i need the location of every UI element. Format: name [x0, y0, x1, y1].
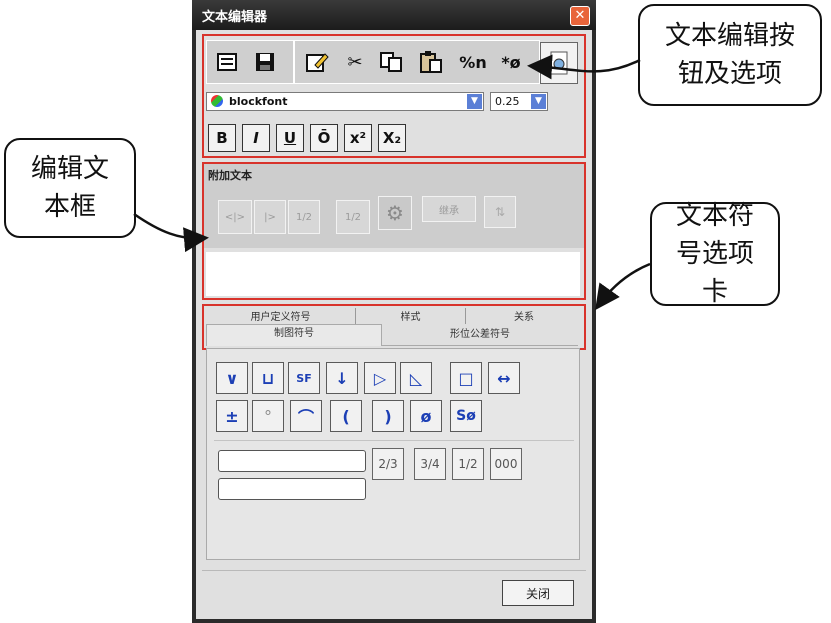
inherit-button[interactable]: 继承 [422, 196, 476, 222]
symbol-button[interactable]: ° [252, 400, 284, 432]
options-button[interactable]: ⇅ [484, 196, 516, 228]
edit-icon[interactable] [300, 47, 334, 77]
fraction-button[interactable]: 1/2 [452, 448, 484, 480]
symbol-button[interactable]: ( [330, 400, 362, 432]
symbol-button[interactable]: SF [288, 362, 320, 394]
callout-toolbar: 文本编辑按钮及选项 [638, 4, 822, 106]
clear-icon[interactable] [210, 47, 244, 77]
overline-button[interactable]: Ō [310, 124, 338, 152]
tab-drafting-symbols[interactable]: 制图符号 [206, 324, 382, 346]
symbol-button[interactable]: ↓ [326, 362, 358, 394]
fraction-button[interactable]: 000 [490, 448, 522, 480]
arrow-tabs [595, 262, 651, 311]
callout-textbox-text: 编辑文本框 [30, 154, 109, 222]
symbol-button[interactable]: ) [372, 400, 404, 432]
symbol-button[interactable]: ∨ [216, 362, 248, 394]
close-button[interactable]: 关闭 [502, 580, 574, 606]
fraction-lower-input[interactable] [218, 478, 366, 500]
dialog-body: ✂ %n *ø blockfont ▼ 0.25 ▼ B I U Ō x² X₂ [196, 30, 592, 619]
copy-icon[interactable] [374, 47, 408, 77]
fraction-button[interactable]: 2/3 [372, 448, 404, 480]
append-above-button[interactable]: 1/2 [288, 200, 320, 234]
fraction-upper-input[interactable] [218, 450, 366, 472]
text-editor-dialog: 文本编辑器 ✕ ✂ %n *ø blockfont ▼ 0.25 ▼ B I U… [192, 0, 596, 623]
text-edit-box[interactable] [206, 252, 580, 296]
fraction-button[interactable]: 3/4 [414, 448, 446, 480]
callout-textbox: 编辑文本框 [4, 138, 136, 238]
save-icon[interactable] [248, 47, 282, 77]
close-icon[interactable]: ✕ [570, 6, 590, 26]
tab-relation[interactable]: 关系 [466, 308, 582, 324]
size-select[interactable]: 0.25 ▼ [490, 92, 548, 111]
dialog-title: 文本编辑器 [202, 10, 268, 25]
settings-button[interactable]: ⚙ [378, 196, 412, 230]
paste-icon[interactable] [414, 47, 448, 77]
callout-tabs: 文本符号选项卡 [650, 201, 780, 307]
italic-button[interactable]: I [242, 124, 270, 152]
symbol-button[interactable]: ± [216, 400, 248, 432]
symbol-button[interactable]: ▷ [364, 362, 396, 394]
symbol-button[interactable]: ø [410, 400, 442, 432]
superscript-button[interactable]: x² [344, 124, 372, 152]
append-after-button[interactable]: |> [254, 200, 286, 234]
callout-tabs-text: 文本符号选项卡 [675, 201, 754, 307]
symbol-button[interactable]: ⊔ [252, 362, 284, 394]
delete-format-icon[interactable]: %n [456, 47, 490, 77]
underline-button[interactable]: U [276, 124, 304, 152]
chevron-down-icon[interactable]: ▼ [467, 94, 482, 109]
callout-toolbar-text: 文本编辑按钮及选项 [664, 21, 795, 89]
tab-user-defined-symbols[interactable]: 用户定义符号 [206, 308, 356, 324]
subscript-button[interactable]: X₂ [378, 124, 406, 152]
append-before-button[interactable]: <|> [218, 200, 252, 234]
bold-button[interactable]: B [208, 124, 236, 152]
font-select[interactable]: blockfont ▼ [206, 92, 484, 111]
append-text-label: 附加文本 [208, 169, 252, 182]
tab-gdt-symbols[interactable]: 形位公差符号 [382, 326, 578, 346]
symbol-button[interactable]: ↔ [488, 362, 520, 394]
options-icon: ⇅ [494, 205, 506, 219]
insert-symbol-icon[interactable]: *ø [494, 47, 528, 77]
symbol-button[interactable]: □ [450, 362, 482, 394]
tab-style[interactable]: 样式 [356, 308, 466, 324]
append-below-button[interactable]: 1/2 [336, 200, 370, 234]
symbol-button[interactable]: Sø [450, 400, 482, 432]
symbol-button[interactable]: ◺ [400, 362, 432, 394]
symbols-divider [214, 440, 574, 441]
gear-icon: ⚙ [386, 201, 404, 225]
font-icon [211, 95, 223, 107]
symbol-button[interactable]: ⌒ [290, 400, 322, 432]
size-select-value: 0.25 [495, 95, 520, 108]
cut-icon[interactable]: ✂ [338, 47, 372, 77]
title-bar[interactable]: 文本编辑器 ✕ [192, 0, 596, 30]
font-select-value: blockfont [229, 95, 288, 108]
footer-divider [202, 570, 586, 571]
preview-icon[interactable] [540, 42, 578, 84]
chevron-down-icon[interactable]: ▼ [531, 94, 546, 109]
